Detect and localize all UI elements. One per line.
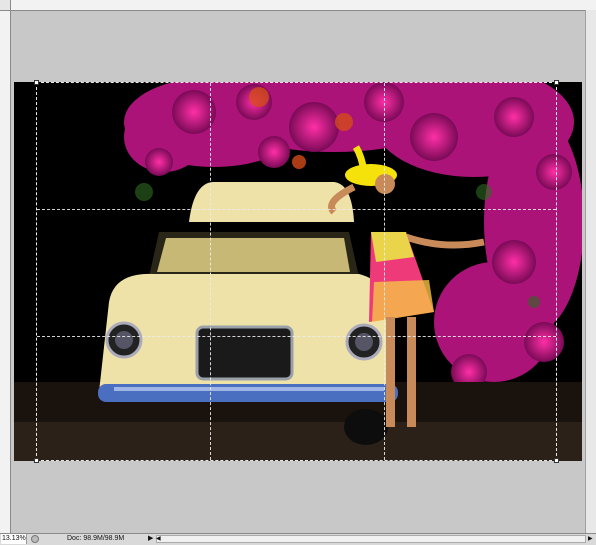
- doc-size: Doc: 98.9M/98.9M: [67, 534, 124, 544]
- grid-line-horizontal: [37, 209, 556, 210]
- scroll-right-arrow-icon[interactable]: ▶: [588, 534, 593, 544]
- crop-handle-top-right[interactable]: [554, 80, 559, 85]
- crop-handle-top-left[interactable]: [34, 80, 39, 85]
- grid-line-horizontal: [37, 336, 556, 337]
- horizontal-ruler[interactable]: [0, 0, 596, 11]
- scroll-left-arrow-icon[interactable]: ◀: [156, 534, 161, 544]
- horizontal-scrollbar[interactable]: [156, 535, 586, 543]
- doc-size-value: 98.9M/98.9M: [83, 535, 125, 542]
- doc-label: Doc:: [67, 535, 82, 542]
- status-bar: 13.13% Doc: 98.9M/98.9M ▶ ◀ ▶: [0, 533, 596, 545]
- zoom-field[interactable]: 13.13%: [1, 534, 27, 544]
- navigator-icon[interactable]: [31, 535, 39, 543]
- status-menu-arrow-icon[interactable]: ▶: [148, 534, 153, 544]
- vertical-ruler[interactable]: [0, 0, 11, 533]
- grid-line-vertical: [384, 83, 385, 460]
- ruler-origin[interactable]: [0, 0, 11, 11]
- vertical-scrollbar[interactable]: [585, 10, 596, 533]
- grid-line-vertical: [210, 83, 211, 460]
- crop-handle-bottom-left[interactable]: [34, 458, 39, 463]
- crop-grid-overlay[interactable]: [34, 80, 559, 463]
- crop-handle-bottom-right[interactable]: [554, 458, 559, 463]
